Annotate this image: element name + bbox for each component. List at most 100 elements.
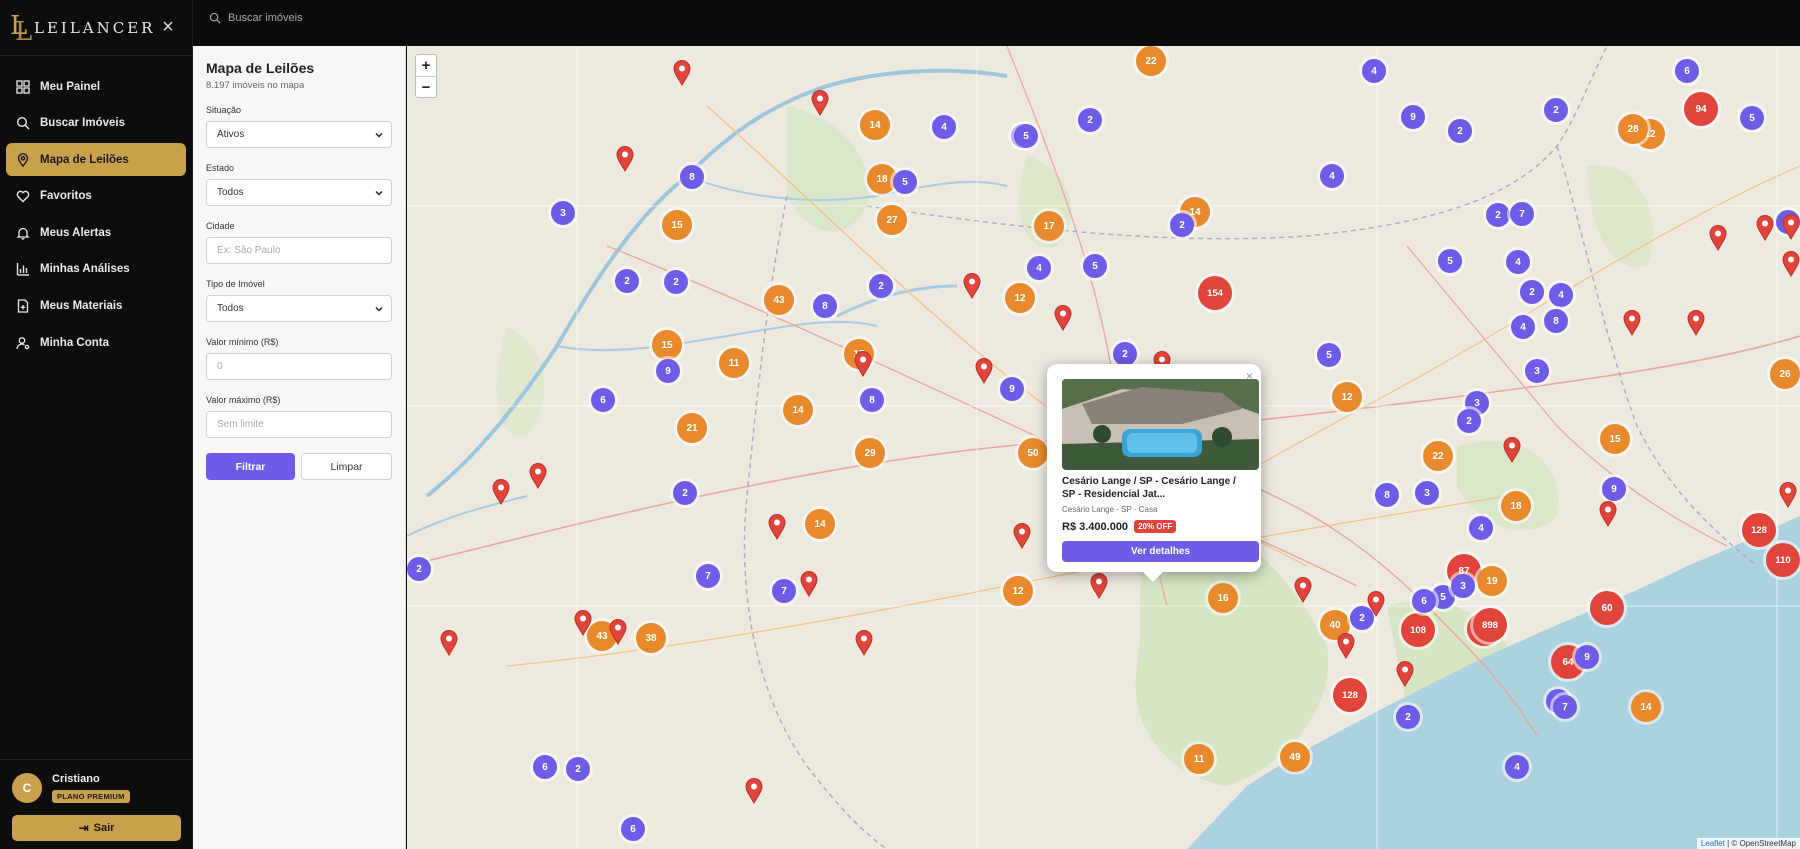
logout-button[interactable]: ⇥ Sair <box>12 815 181 841</box>
cluster-marker[interactable]: 6 <box>533 755 557 779</box>
cluster-marker[interactable]: 2 <box>407 557 431 581</box>
cluster-marker[interactable]: 3 <box>551 201 575 225</box>
sidebar-item-meu-painel[interactable]: Meu Painel <box>6 70 186 103</box>
cluster-marker[interactable]: 2 <box>1457 409 1481 433</box>
cluster-marker[interactable]: 49 <box>1280 742 1310 772</box>
cluster-marker[interactable]: 9 <box>656 359 680 383</box>
property-pin[interactable] <box>1090 573 1108 599</box>
cluster-marker[interactable]: 50 <box>1018 438 1048 468</box>
cluster-marker[interactable]: 4 <box>1505 755 1529 779</box>
cluster-marker[interactable]: 9 <box>1575 645 1599 669</box>
sidebar-item-minha-conta[interactable]: Minha Conta <box>6 326 186 359</box>
cluster-marker[interactable]: 8 <box>1375 483 1399 507</box>
cluster-marker[interactable]: 29 <box>855 438 885 468</box>
property-pin[interactable] <box>1396 661 1414 687</box>
cluster-marker[interactable]: 21 <box>677 413 707 443</box>
cluster-marker[interactable]: 4 <box>1549 283 1573 307</box>
cluster-marker[interactable]: 2 <box>1544 98 1568 122</box>
clear-button[interactable]: Limpar <box>301 453 392 480</box>
cluster-marker[interactable]: 9 <box>1602 477 1626 501</box>
property-pin[interactable] <box>673 60 691 86</box>
property-pin[interactable] <box>1687 310 1705 336</box>
cluster-marker[interactable]: 2 <box>1078 108 1102 132</box>
cluster-marker[interactable]: 128 <box>1333 678 1367 712</box>
cluster-marker[interactable]: 60 <box>1590 591 1624 625</box>
property-pin[interactable] <box>1054 305 1072 331</box>
property-pin[interactable] <box>1779 482 1797 508</box>
auction-map[interactable]: + − 224699422122814482418554231517145727… <box>407 46 1800 849</box>
property-pin[interactable] <box>616 146 634 172</box>
cluster-marker[interactable]: 15 <box>1600 424 1630 454</box>
sidebar-item-meus-materiais[interactable]: Meus Materiais <box>6 290 186 323</box>
view-details-button[interactable]: Ver detalhes <box>1062 541 1259 562</box>
cluster-marker[interactable]: 2 <box>566 757 590 781</box>
cluster-marker[interactable]: 27 <box>877 205 907 235</box>
cluster-marker[interactable]: 110 <box>1766 543 1800 577</box>
close-popup-icon[interactable]: × <box>1246 369 1253 383</box>
valor-max-input[interactable]: Sem limite <box>206 411 392 438</box>
cluster-marker[interactable]: 898 <box>1473 608 1507 642</box>
property-pin[interactable] <box>609 619 627 645</box>
cluster-marker[interactable]: 128 <box>1742 513 1776 547</box>
property-pin[interactable] <box>768 514 786 540</box>
cluster-marker[interactable]: 2 <box>615 269 639 293</box>
property-pin[interactable] <box>1756 215 1774 241</box>
cluster-marker[interactable]: 19 <box>1477 566 1507 596</box>
cluster-marker[interactable]: 2 <box>1486 203 1510 227</box>
cluster-marker[interactable]: 14 <box>860 110 890 140</box>
cluster-marker[interactable]: 17 <box>1034 211 1064 241</box>
property-pin[interactable] <box>1782 251 1800 277</box>
cluster-marker[interactable]: 7 <box>1553 695 1577 719</box>
cluster-marker[interactable]: 22 <box>1136 46 1166 76</box>
cluster-marker[interactable]: 11 <box>1184 744 1214 774</box>
cluster-marker[interactable]: 12 <box>1003 576 1033 606</box>
cluster-marker[interactable]: 4 <box>1027 256 1051 280</box>
property-pin[interactable] <box>855 630 873 656</box>
property-pin[interactable] <box>440 630 458 656</box>
cluster-marker[interactable]: 108 <box>1401 613 1435 647</box>
cluster-marker[interactable]: 2 <box>1448 119 1472 143</box>
cluster-marker[interactable]: 5 <box>1083 254 1107 278</box>
situacao-select[interactable]: Ativos <box>206 121 392 148</box>
cluster-marker[interactable]: 2 <box>869 274 893 298</box>
cluster-marker[interactable]: 8 <box>680 165 704 189</box>
sidebar-item-meus-alertas[interactable]: Meus Alertas <box>6 216 186 249</box>
cluster-marker[interactable]: 4 <box>1511 315 1535 339</box>
cluster-marker[interactable]: 2 <box>664 270 688 294</box>
cluster-marker[interactable]: 5 <box>1740 106 1764 130</box>
cluster-marker[interactable]: 14 <box>1631 692 1661 722</box>
cluster-marker[interactable]: 3 <box>1525 359 1549 383</box>
property-title[interactable]: Cesário Lange / SP - Cesário Lange / SP … <box>1062 475 1246 501</box>
cluster-marker[interactable]: 3 <box>1451 574 1475 598</box>
cluster-marker[interactable]: 26 <box>1770 359 1800 389</box>
property-pin[interactable] <box>1013 523 1031 549</box>
property-pin[interactable] <box>492 479 510 505</box>
sidebar-item-mapa-de-leiloes[interactable]: Mapa de Leilões <box>6 143 186 177</box>
cluster-marker[interactable]: 8 <box>860 388 884 412</box>
cluster-marker[interactable]: 8 <box>1544 309 1568 333</box>
cluster-marker[interactable]: 7 <box>1510 202 1534 226</box>
cluster-marker[interactable]: 5 <box>1317 343 1341 367</box>
cluster-marker[interactable]: 18 <box>1501 491 1531 521</box>
cluster-marker[interactable]: 5 <box>1014 124 1038 148</box>
property-pin[interactable] <box>975 358 993 384</box>
property-pin[interactable] <box>811 90 829 116</box>
avatar[interactable]: C <box>12 773 42 803</box>
filter-button[interactable]: Filtrar <box>206 453 295 480</box>
property-pin[interactable] <box>963 273 981 299</box>
zoom-out-button[interactable]: − <box>416 76 436 97</box>
valor-min-input[interactable]: 0 <box>206 353 392 380</box>
property-pin[interactable] <box>1367 591 1385 617</box>
property-pin[interactable] <box>800 571 818 597</box>
property-pin[interactable] <box>1294 577 1312 603</box>
property-pin[interactable] <box>1782 214 1800 240</box>
cluster-marker[interactable]: 15 <box>652 330 682 360</box>
property-pin[interactable] <box>574 610 592 636</box>
close-sidebar-icon[interactable]: × <box>158 16 178 38</box>
property-pin[interactable] <box>854 351 872 377</box>
property-pin[interactable] <box>1503 437 1521 463</box>
cluster-marker[interactable]: 7 <box>696 564 720 588</box>
cluster-marker[interactable]: 38 <box>636 623 666 653</box>
cluster-marker[interactable]: 2 <box>1113 342 1137 366</box>
cluster-marker[interactable]: 2 <box>1520 280 1544 304</box>
